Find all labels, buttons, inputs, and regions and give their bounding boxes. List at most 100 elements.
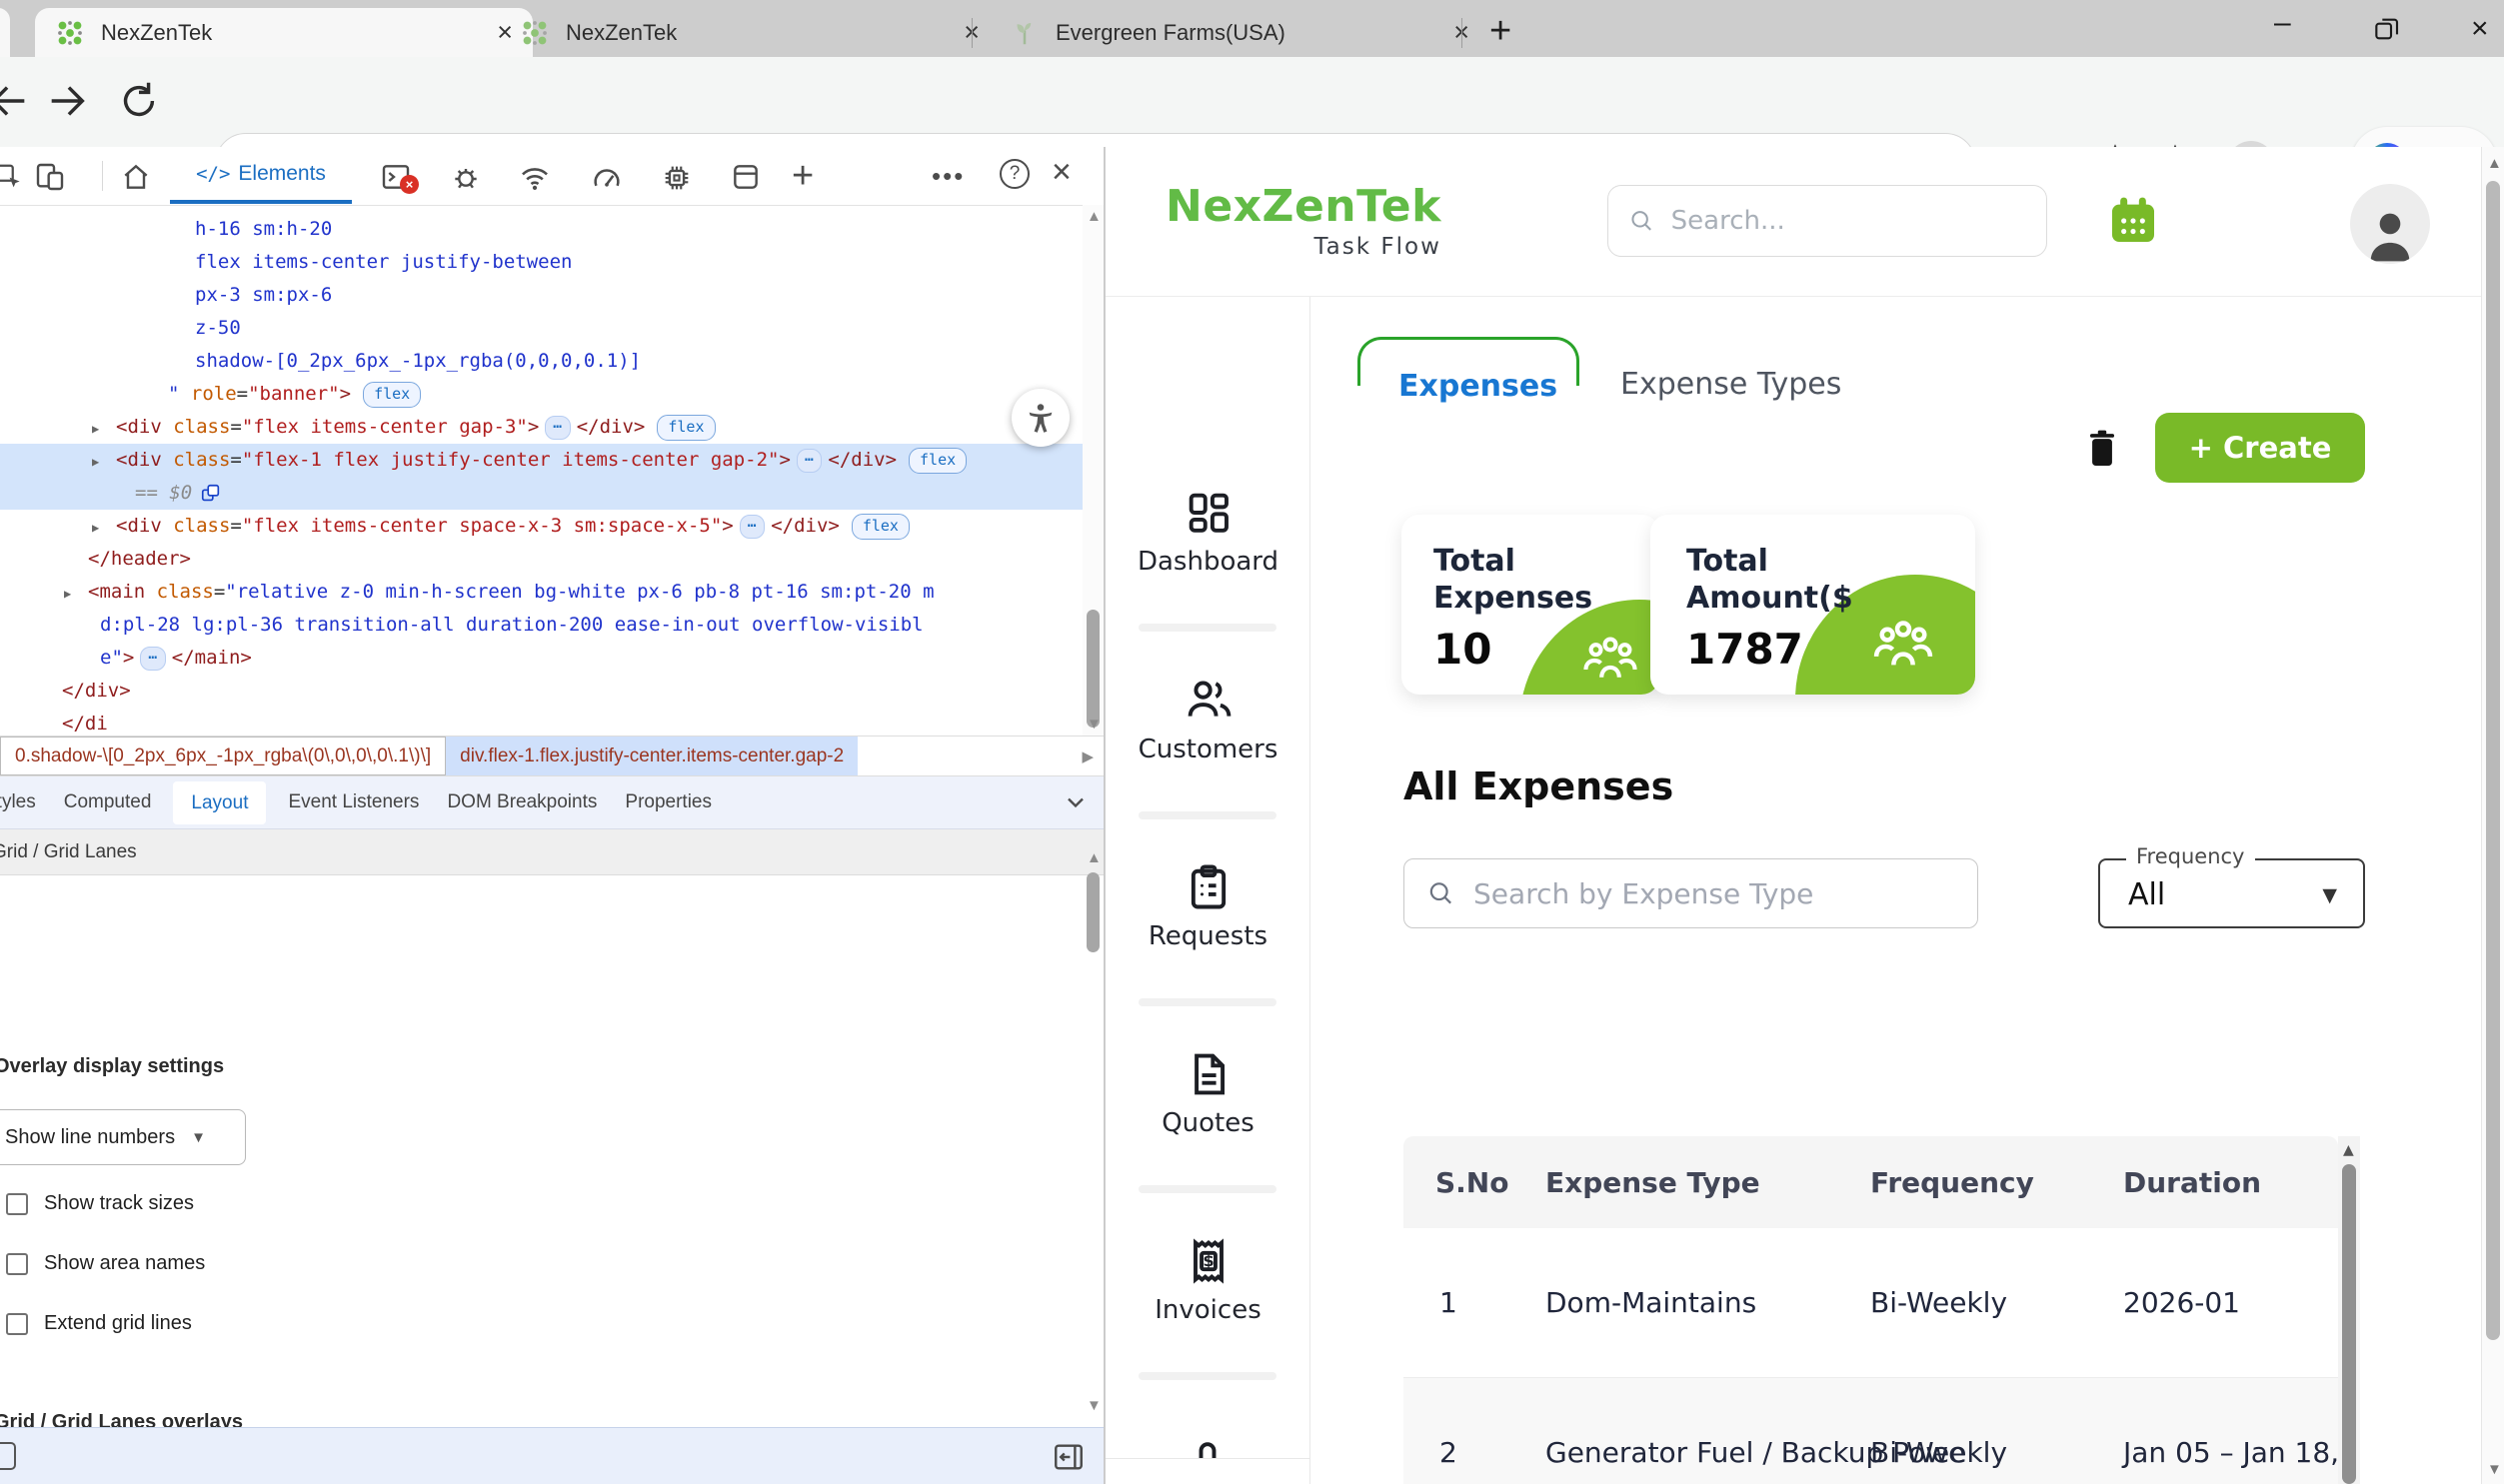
tab-styles[interactable]: Styles xyxy=(0,791,50,813)
page-scrollbar[interactable]: ▲ ▼ xyxy=(2481,147,2504,1484)
scrollbar-thumb[interactable] xyxy=(1087,610,1100,728)
dom-tree-node[interactable]: e">⋯</main> xyxy=(0,642,1083,675)
tab-expenses[interactable]: Expenses xyxy=(1398,369,1557,404)
scroll-up-icon[interactable]: ▲ xyxy=(1087,850,1102,865)
breadcrumb-item[interactable]: 0.shadow-\[0_2px_6px_-1px_rgba\(0\,0\,0\… xyxy=(0,737,446,775)
back-icon[interactable] xyxy=(0,78,32,124)
devtools-tab-elements[interactable]: </> Elements xyxy=(170,147,352,204)
scrollbar-thumb[interactable] xyxy=(1087,872,1100,952)
dom-tree-node[interactable]: ▶<div class="flex-1 flex justify-center … xyxy=(0,444,1083,477)
scrollbar-thumb[interactable] xyxy=(2342,1164,2356,1484)
inspect-element-icon[interactable] xyxy=(0,162,24,192)
user-avatar[interactable] xyxy=(2350,184,2430,264)
partial-briefcase-icon[interactable] xyxy=(1182,1422,1234,1462)
extend-grid-lines-checkbox[interactable] xyxy=(6,1313,28,1335)
devtools-help-icon[interactable]: ? xyxy=(1000,159,1030,189)
scrollbar-thumb[interactable] xyxy=(2486,181,2500,1340)
col-header-duration: Duration xyxy=(2123,1166,2261,1199)
home-icon[interactable] xyxy=(120,161,152,193)
tab-expense-types[interactable]: Expense Types xyxy=(1620,367,1841,402)
dom-tree-node[interactable]: flex items-center justify-between xyxy=(0,246,1083,279)
card-title: Total Amount($ xyxy=(1686,543,1876,617)
new-tab-button[interactable]: + xyxy=(1489,10,1511,53)
dom-tree-node[interactable]: shadow-[0_2px_6px_-1px_rgba(0,0,0,0.1)] xyxy=(0,345,1083,378)
scroll-down-icon[interactable]: ▼ xyxy=(1087,1398,1102,1413)
dom-tree-node[interactable]: ▶<main class="relative z-0 min-h-screen … xyxy=(0,576,1083,609)
expense-search[interactable] xyxy=(1403,858,1978,928)
browser-tab-1[interactable]: NexZenTek × xyxy=(35,8,533,57)
dom-tree-node[interactable]: h-16 sm:h-20 xyxy=(0,213,1083,246)
dom-tree-node[interactable]: == $0 xyxy=(0,477,1083,510)
dom-tree-node[interactable]: ▶<div class="flex items-center space-x-3… xyxy=(0,510,1083,543)
dom-tree-node[interactable]: ▶<div class="flex items-center gap-3">⋯<… xyxy=(0,411,1083,444)
sidebar-item-requests[interactable]: Requests xyxy=(1106,861,1310,951)
network-conditions-icon[interactable] xyxy=(518,161,552,195)
memory-chip-icon[interactable] xyxy=(660,161,694,195)
browser-tab-2[interactable]: NexZenTek × xyxy=(500,8,1000,57)
dom-tree-node[interactable]: </div> xyxy=(0,675,1083,708)
show-area-names-checkbox[interactable] xyxy=(6,1253,28,1275)
issues-bug-icon[interactable] xyxy=(450,161,482,193)
tab-event-listeners[interactable]: Event Listeners xyxy=(274,791,433,813)
scroll-up-icon[interactable]: ▲ xyxy=(2487,155,2502,172)
accessibility-overlay-icon[interactable] xyxy=(1012,389,1070,447)
sidebar-item-invoices[interactable]: $ Invoices xyxy=(1106,1235,1310,1325)
sidebar-item-quotes[interactable]: Quotes xyxy=(1106,1048,1310,1138)
grid-section-header[interactable]: Grid / Grid Lanes xyxy=(0,829,1104,875)
app-logo[interactable]: NexZenTek Task Flow xyxy=(1166,181,1441,260)
statusbar-partial-icon[interactable] xyxy=(0,1442,16,1470)
application-storage-icon[interactable] xyxy=(730,161,762,193)
global-search-input[interactable] xyxy=(1669,205,2026,237)
calendar-icon[interactable] xyxy=(2105,193,2161,249)
tab-properties[interactable]: Properties xyxy=(611,791,726,813)
elements-scrollbar[interactable]: ▲ ▼ xyxy=(1083,205,1104,736)
devtools-close-icon[interactable]: × xyxy=(1052,153,1072,192)
window-minimize-button[interactable]: – xyxy=(2274,6,2291,40)
quotes-icon xyxy=(1183,1048,1235,1100)
line-numbers-dropdown[interactable]: Show line numbers ▼ xyxy=(0,1109,246,1165)
frequency-select[interactable]: Frequency All ▼ xyxy=(2098,858,2365,928)
dom-tree-node[interactable]: </di xyxy=(0,708,1083,735)
chevron-down-icon[interactable] xyxy=(1062,788,1090,816)
refresh-icon[interactable] xyxy=(116,78,162,124)
dock-side-icon[interactable] xyxy=(1052,1440,1086,1474)
dom-tree-node[interactable]: z-50 xyxy=(0,312,1083,345)
partial-tab[interactable] xyxy=(0,8,10,57)
sidebar-item-customers[interactable]: Customers xyxy=(1106,675,1310,764)
table-scrollbar[interactable]: ▲ xyxy=(2338,1136,2360,1484)
window-close-button[interactable]: × xyxy=(2471,12,2489,46)
scroll-down-icon[interactable]: ▼ xyxy=(1087,717,1102,732)
breadcrumb-item-selected[interactable]: div.flex-1.flex.justify-center.items-cen… xyxy=(446,737,858,775)
tab-dom-breakpoints[interactable]: DOM Breakpoints xyxy=(433,791,611,813)
tab-layout[interactable]: Layout xyxy=(173,781,266,824)
sidebar-label: Invoices xyxy=(1155,1295,1261,1325)
nexzentek-favicon xyxy=(520,18,550,48)
global-search[interactable] xyxy=(1607,185,2047,257)
scroll-up-icon[interactable]: ▲ xyxy=(2343,1142,2354,1158)
show-track-sizes-checkbox[interactable] xyxy=(6,1193,28,1215)
tab-computed[interactable]: Computed xyxy=(50,791,166,813)
dom-tree-node[interactable]: d:pl-28 lg:pl-36 transition-all duration… xyxy=(0,609,1083,642)
window-restore-button[interactable] xyxy=(2371,13,2403,45)
cell-type: Dom-Maintains xyxy=(1545,1286,1756,1319)
dom-tree-node[interactable]: </header> xyxy=(0,543,1083,576)
sidebar-item-dashboard[interactable]: Dashboard xyxy=(1106,487,1310,577)
elements-dom-tree[interactable]: h-16 sm:h-20flex items-center justify-be… xyxy=(0,205,1083,735)
more-tools-plus-icon[interactable]: + xyxy=(792,155,814,198)
device-toolbar-icon[interactable] xyxy=(34,161,66,193)
scroll-up-icon[interactable]: ▲ xyxy=(1087,209,1102,224)
forward-icon[interactable] xyxy=(44,78,90,124)
table-row[interactable]: 2 Generator Fuel / Backup Powe Bi-Weekly… xyxy=(1403,1378,2338,1484)
dropdown-arrow-icon: ▼ xyxy=(191,1129,206,1146)
browser-tab-3[interactable]: Evergreen Farms(USA) × xyxy=(990,8,1489,57)
create-button[interactable]: + Create xyxy=(2155,413,2365,483)
scroll-down-icon[interactable]: ▼ xyxy=(2487,1461,2502,1478)
performance-gauge-icon[interactable] xyxy=(590,161,624,195)
table-row[interactable]: 1 Dom-Maintains Bi-Weekly 2026-01 xyxy=(1403,1228,2338,1378)
devtools-more-icon[interactable]: ••• xyxy=(932,161,965,192)
dom-tree-node[interactable]: " role="banner">flex xyxy=(0,378,1083,411)
breadcrumb-expand-icon[interactable]: ▶ xyxy=(1082,737,1104,775)
expense-search-input[interactable] xyxy=(1471,876,1955,911)
delete-trash-icon[interactable] xyxy=(2085,427,2119,471)
dom-tree-node[interactable]: px-3 sm:px-6 xyxy=(0,279,1083,312)
